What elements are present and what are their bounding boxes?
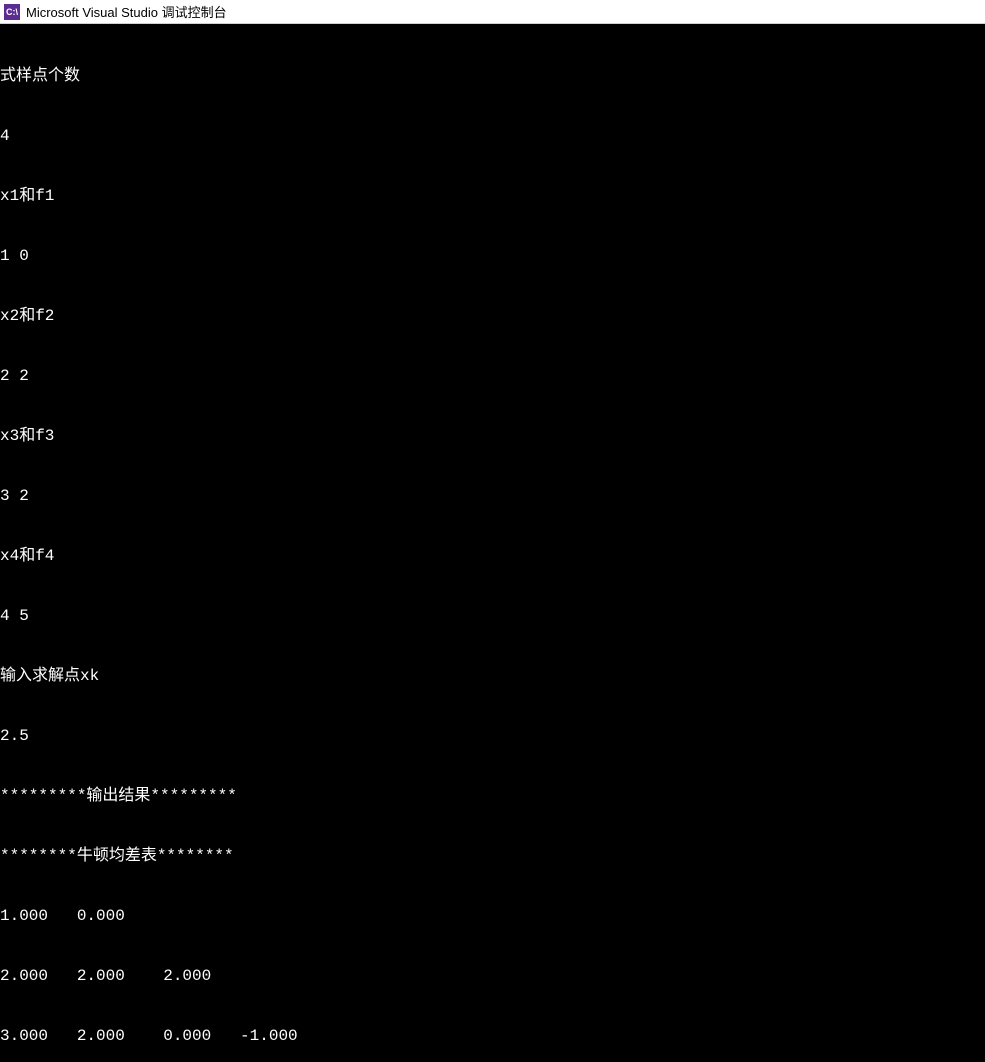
console-line: 2 2 [0,366,985,386]
console-line: 1.000 0.000 [0,906,985,926]
console-line: x3和f3 [0,426,985,446]
console-line: x4和f4 [0,546,985,566]
console-line: 4 5 [0,606,985,626]
console-line: 2.5 [0,726,985,746]
console-line: x2和f2 [0,306,985,326]
console-line: 3 2 [0,486,985,506]
console-output[interactable]: 式样点个数 4 x1和f1 1 0 x2和f2 2 2 x3和f3 3 2 x4… [0,24,985,1062]
console-line: *********输出结果********* [0,786,985,806]
window-title: Microsoft Visual Studio 调试控制台 [26,2,227,21]
console-line: 4 [0,126,985,146]
console-line: 式样点个数 [0,66,985,86]
console-line: 2.000 2.000 2.000 [0,966,985,986]
title-bar: C:\ Microsoft Visual Studio 调试控制台 [0,0,985,24]
console-line: 1 0 [0,246,985,266]
console-line: x1和f1 [0,186,985,206]
console-line: 3.000 2.000 0.000 -1.000 [0,1026,985,1046]
console-line: ********牛顿均差表******** [0,846,985,866]
console-line: 输入求解点xk [0,666,985,686]
vs-console-icon: C:\ [4,4,20,20]
